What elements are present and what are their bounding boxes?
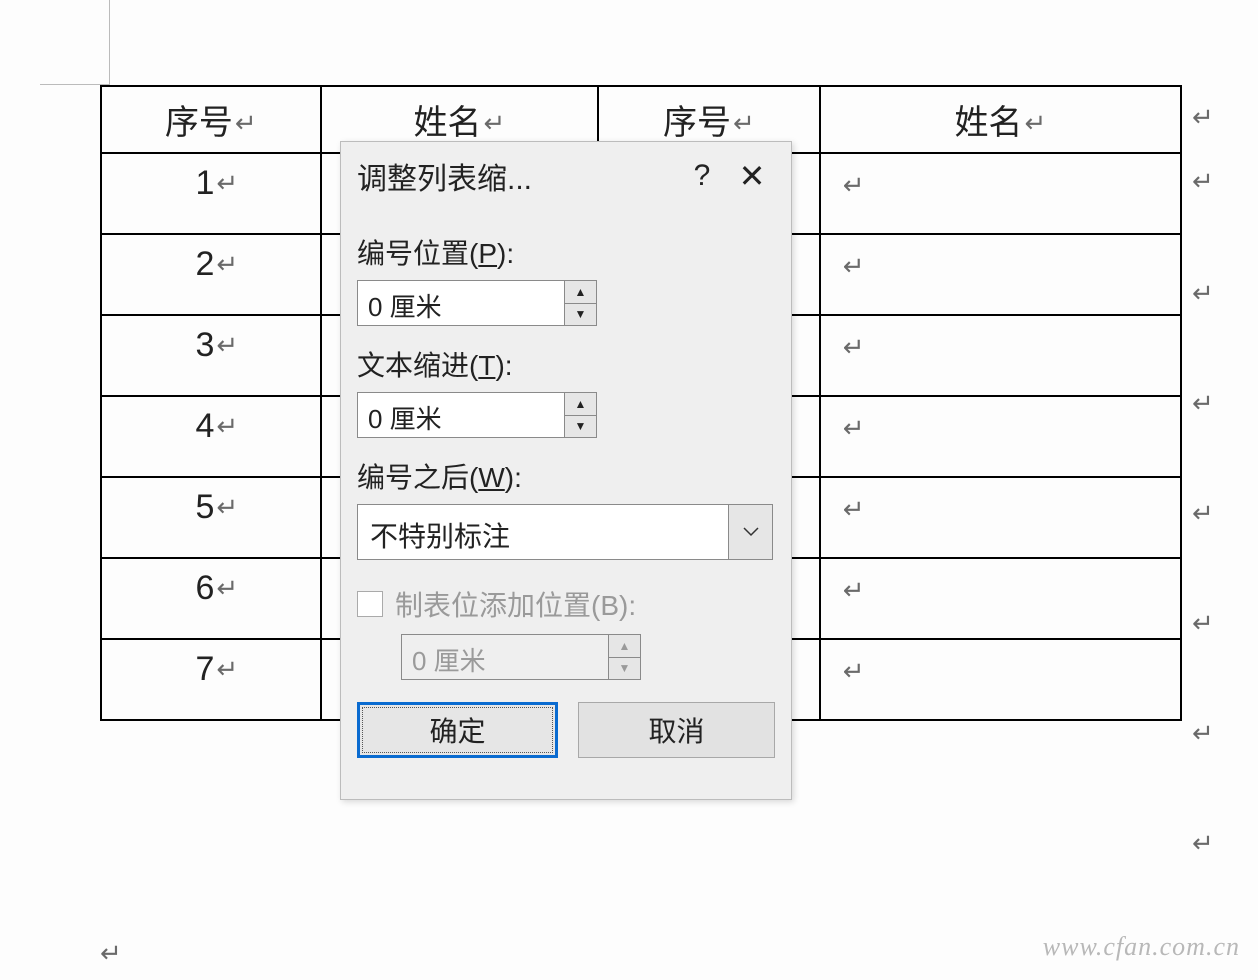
return-icon: ↵ (100, 938, 122, 969)
table-cell[interactable]: 7↵ (101, 639, 321, 720)
tab-stop-value: 0 厘米 (402, 635, 608, 679)
return-icon: ↵ (216, 573, 238, 604)
table-cell[interactable]: 1↵ (101, 153, 321, 234)
spinner-buttons: ▲ ▼ (564, 281, 596, 325)
watermark: www.cfan.com.cn (1043, 932, 1240, 962)
return-icon: ↵ (733, 108, 755, 139)
return-icon: ↵ (235, 108, 257, 139)
text-indent-spinner[interactable]: 0 厘米 ▲ ▼ (357, 392, 597, 438)
cancel-button[interactable]: 取消 (578, 702, 775, 758)
return-icon: ↵ (1192, 718, 1214, 749)
table-cell[interactable]: ↵ (820, 477, 1181, 558)
tab-stop-checkbox[interactable] (357, 591, 383, 617)
table-cell[interactable]: 3↵ (101, 315, 321, 396)
table-cell[interactable]: ↵ (820, 639, 1181, 720)
return-icon: ↵ (843, 413, 865, 443)
return-icon: ↵ (843, 575, 865, 605)
table-cell[interactable]: ↵ (820, 153, 1181, 234)
after-number-label: 编号之后(W): (357, 456, 775, 496)
return-icon: ↵ (216, 411, 238, 442)
dialog-title: 调整列表缩... (357, 154, 677, 198)
help-button[interactable]: ? (677, 159, 727, 193)
number-position-label: 编号位置(P): (357, 232, 775, 272)
ok-button[interactable]: 确定 (357, 702, 558, 758)
dialog-body: 编号位置(P): 0 厘米 ▲ ▼ 文本缩进(T): 0 厘米 ▲ ▼ 编号之后… (341, 208, 791, 680)
spinner-up-icon[interactable]: ▲ (565, 281, 596, 304)
return-icon: ↵ (216, 168, 238, 199)
table-cell[interactable]: 2↵ (101, 234, 321, 315)
spinner-buttons: ▲ ▼ (608, 635, 640, 679)
table-cell[interactable]: 4↵ (101, 396, 321, 477)
table-cell[interactable]: ↵ (820, 315, 1181, 396)
table-cell[interactable]: 5↵ (101, 477, 321, 558)
chevron-down-icon[interactable] (728, 505, 772, 559)
table-cell[interactable]: 6↵ (101, 558, 321, 639)
header-cell: 序号↵ (101, 86, 321, 153)
table-cell[interactable]: ↵ (820, 558, 1181, 639)
return-icon: ↵ (1192, 388, 1214, 419)
return-icon: ↵ (483, 108, 505, 139)
spinner-up-icon[interactable]: ▲ (565, 393, 596, 416)
adjust-list-indent-dialog: 调整列表缩... ? ✕ 编号位置(P): 0 厘米 ▲ ▼ 文本缩进(T): … (340, 141, 792, 800)
return-icon: ↵ (843, 170, 865, 200)
number-position-spinner[interactable]: 0 厘米 ▲ ▼ (357, 280, 597, 326)
return-icon: ↵ (216, 654, 238, 685)
return-icon: ↵ (1192, 498, 1214, 529)
dialog-buttons: 确定 取消 (341, 680, 791, 774)
after-number-value: 不特别标注 (358, 505, 728, 559)
header-cell: 姓名↵ (820, 86, 1181, 153)
return-icon: ↵ (216, 492, 238, 523)
dialog-titlebar[interactable]: 调整列表缩... ? ✕ (341, 142, 791, 208)
text-indent-label: 文本缩进(T): (357, 344, 775, 384)
table-cell[interactable]: ↵ (820, 234, 1181, 315)
return-icon: ↵ (1024, 108, 1046, 139)
return-icon: ↵ (1192, 166, 1214, 197)
return-icon: ↵ (843, 494, 865, 524)
ruler-corner (40, 0, 110, 85)
return-icon: ↵ (843, 251, 865, 281)
after-number-combo[interactable]: 不特别标注 (357, 504, 773, 560)
spinner-down-icon[interactable]: ▼ (565, 416, 596, 438)
return-icon: ↵ (1192, 278, 1214, 309)
tab-stop-spinner: 0 厘米 ▲ ▼ (401, 634, 641, 680)
return-icon: ↵ (1192, 608, 1214, 639)
return-icon: ↵ (1192, 828, 1214, 859)
spinner-up-icon: ▲ (609, 635, 640, 658)
tab-stop-label: 制表位添加位置(B): (395, 584, 636, 624)
number-position-value[interactable]: 0 厘米 (358, 281, 564, 325)
tab-stop-checkbox-row: 制表位添加位置(B): (357, 584, 775, 624)
table-cell[interactable]: ↵ (820, 396, 1181, 477)
spinner-down-icon: ▼ (609, 658, 640, 680)
close-button[interactable]: ✕ (727, 157, 777, 195)
return-icon: ↵ (1192, 102, 1214, 133)
return-icon: ↵ (843, 656, 865, 686)
return-icon: ↵ (843, 332, 865, 362)
return-icon: ↵ (216, 249, 238, 280)
return-icon: ↵ (216, 330, 238, 361)
spinner-buttons: ▲ ▼ (564, 393, 596, 437)
text-indent-value[interactable]: 0 厘米 (358, 393, 564, 437)
spinner-down-icon[interactable]: ▼ (565, 304, 596, 326)
